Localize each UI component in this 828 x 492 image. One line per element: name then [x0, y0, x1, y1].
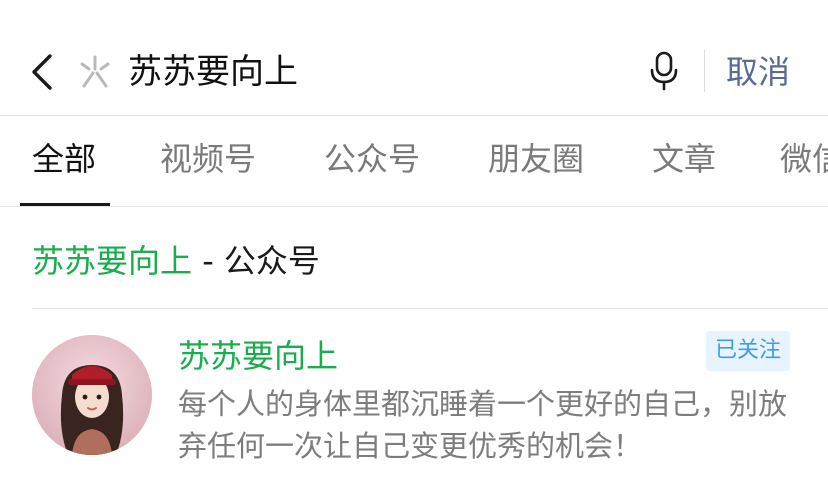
account-name: 苏苏要向上 — [178, 337, 339, 375]
microphone-icon — [650, 51, 678, 91]
chevron-left-icon — [32, 54, 52, 90]
tab-articles[interactable]: 文章 — [652, 136, 716, 182]
account-description: 每个人的身体里都沉睡着一个更好的自己，别放弃任何一次让自己变更优秀的机会！ — [178, 387, 788, 463]
tab-moments[interactable]: 朋友圈 — [488, 136, 584, 182]
filter-tabs: 全部 视频号 公众号 文章 微信 朋友圈 — [0, 116, 828, 207]
tab-wechat[interactable]: 微信 — [780, 136, 828, 182]
section-title-suffix: - 公众号 — [192, 242, 320, 280]
section-title-highlight: 苏苏要向上 — [32, 242, 193, 280]
cancel-button[interactable]: 取消 — [726, 48, 790, 96]
back-button[interactable] — [28, 52, 56, 92]
search-logo-icon — [80, 55, 110, 88]
status-badge: 已关注 — [706, 331, 791, 371]
tab-channels[interactable]: 视频号 — [160, 136, 256, 182]
divider — [704, 50, 705, 92]
active-tab-indicator — [20, 203, 110, 206]
tab-all[interactable]: 全部 — [32, 136, 96, 182]
account-result-card[interactable]: 苏苏要向上 已关注 每个人的身体里都沉睡着一个更好的自己，别放弃任何一次让自己变… — [0, 309, 828, 492]
avatar-illustration — [32, 335, 152, 455]
tab-official-accounts[interactable]: 公众号 — [324, 136, 420, 182]
search-bar: 苏苏要向上 取消 — [0, 0, 828, 116]
avatar — [32, 335, 152, 455]
search-input[interactable]: 苏苏要向上 — [128, 48, 298, 96]
section-title: 苏苏要向上 - 公众号 — [32, 238, 320, 284]
voice-search-button[interactable] — [648, 50, 680, 92]
